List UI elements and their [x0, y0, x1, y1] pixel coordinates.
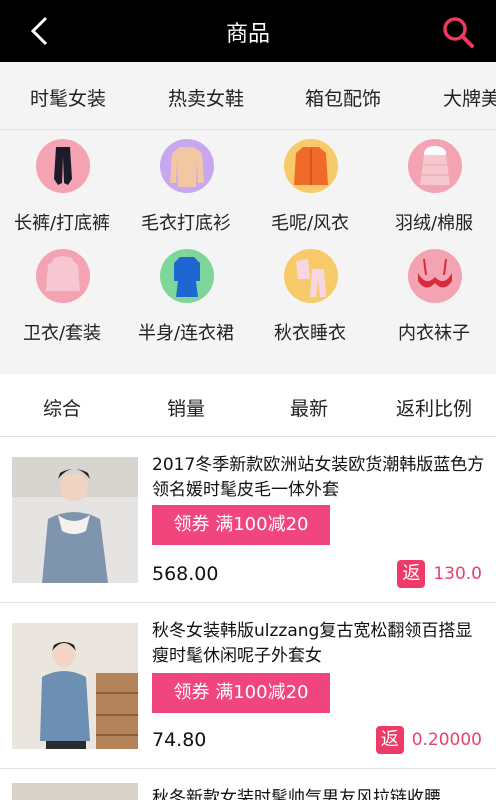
- subcategory-hoodie[interactable]: 卫衣/套装: [0, 245, 124, 363]
- subcategory-label: 长裤/打底裤: [13, 213, 111, 234]
- subcategory-label: 羽绒/棉服: [394, 213, 474, 234]
- subcategory-label: 秋衣睡衣: [274, 323, 346, 344]
- sweater-icon: [160, 139, 214, 193]
- coat-icon: [284, 139, 338, 193]
- sort-rebate-ratio[interactable]: 返利比例: [396, 394, 472, 421]
- hoodie-icon: [36, 249, 90, 303]
- subcategory-pajamas[interactable]: 秋衣睡衣: [248, 245, 372, 363]
- bra-icon: [408, 249, 462, 303]
- subcategory-sweater[interactable]: 毛衣打底衫: [124, 135, 248, 253]
- sort-bar: 综合 销量 最新 返利比例: [0, 374, 496, 436]
- subcategory-leggings[interactable]: 长裤/打底裤: [0, 135, 124, 253]
- subcategory-label: 半身/连衣裙: [137, 323, 235, 344]
- subcategory-label: 内衣袜子: [398, 323, 470, 344]
- product-card[interactable]: 秋冬新款女装时髦帅气男友风拉链收腰: [0, 768, 496, 800]
- subcategory-label: 毛衣打底衫: [141, 213, 231, 234]
- product-card[interactable]: 2017冬季新款欧洲站女装欧货潮韩版蓝色方领名媛时髦皮毛一体外套 领券 满100…: [0, 436, 496, 602]
- dress-icon: [160, 249, 214, 303]
- product-title[interactable]: 秋冬女装韩版ulzzang复古宽松翻领百搭显瘦时髦休闲呢子外套女: [152, 619, 486, 669]
- tab-women-shoes[interactable]: 热卖女鞋: [168, 84, 244, 111]
- rebate-value: 0.20000: [411, 730, 482, 750]
- pajamas-icon: [284, 249, 338, 303]
- rebate-info: 返 130.0: [397, 559, 482, 589]
- page-title: 商品: [225, 22, 270, 47]
- product-price: 568.00: [152, 563, 219, 585]
- rebate-tag: 返: [375, 726, 404, 754]
- tab-bags-accessories[interactable]: 箱包配饰: [305, 84, 381, 111]
- product-image[interactable]: [12, 623, 138, 749]
- top-bar: 商品: [0, 0, 496, 62]
- subcategory-down-jacket[interactable]: 羽绒/棉服: [372, 135, 496, 253]
- coupon-button[interactable]: 领券 满100减20: [152, 505, 330, 545]
- rebate-info: 返 0.20000: [375, 725, 482, 755]
- sort-sales[interactable]: 销量: [167, 394, 205, 421]
- product-title[interactable]: 2017冬季新款欧洲站女装欧货潮韩版蓝色方领名媛时髦皮毛一体外套: [152, 453, 486, 503]
- subcategory-label: 卫衣/套装: [22, 323, 102, 344]
- product-price: 74.80: [152, 729, 207, 751]
- product-image[interactable]: [12, 457, 138, 583]
- rebate-value: 130.0: [433, 564, 482, 584]
- subcategory-dress[interactable]: 半身/连衣裙: [124, 245, 248, 363]
- search-icon[interactable]: [440, 14, 476, 50]
- category-tabs: 时髦女装 热卖女鞋 箱包配饰 大牌美: [0, 62, 496, 130]
- subcategory-label: 毛呢/风衣: [270, 213, 350, 234]
- leggings-icon: [36, 139, 90, 193]
- rebate-tag: 返: [397, 560, 426, 588]
- subcategory-underwear[interactable]: 内衣袜子: [372, 245, 496, 363]
- subcategory-coat[interactable]: 毛呢/风衣: [248, 135, 372, 253]
- product-title[interactable]: 秋冬新款女装时髦帅气男友风拉链收腰: [152, 783, 441, 800]
- tab-big-brands[interactable]: 大牌美: [443, 84, 496, 111]
- tab-fashion-women[interactable]: 时髦女装: [30, 84, 106, 111]
- sort-comprehensive[interactable]: 综合: [43, 394, 81, 421]
- product-image[interactable]: [12, 783, 138, 800]
- product-card[interactable]: 秋冬女装韩版ulzzang复古宽松翻领百搭显瘦时髦休闲呢子外套女 领券 满100…: [0, 602, 496, 768]
- down-jacket-icon: [408, 139, 462, 193]
- subcategory-grid: 长裤/打底裤 毛衣打底衫 毛呢/风衣 羽绒/棉服 卫衣/套装 半身/连衣裙 秋衣…: [0, 131, 496, 372]
- sort-newest[interactable]: 最新: [290, 394, 328, 421]
- coupon-button[interactable]: 领券 满100减20: [152, 673, 330, 713]
